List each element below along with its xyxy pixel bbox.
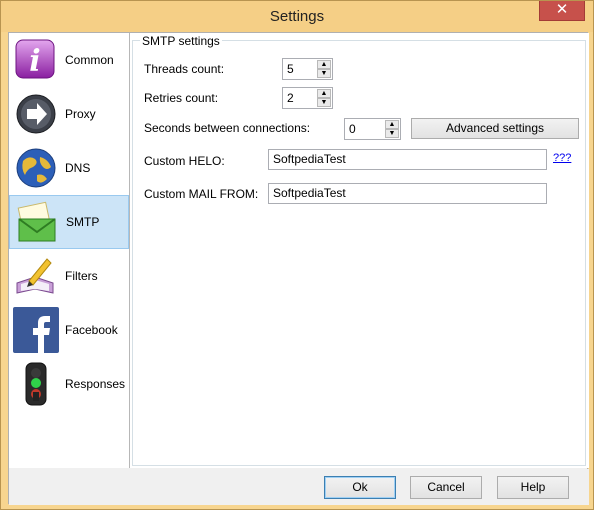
seconds-value: 0: [349, 122, 356, 136]
settings-window: Settings ✕ i Common Proxy DNS SMTP Filte…: [0, 0, 594, 510]
client-area: i Common Proxy DNS SMTP Filters Facebook…: [8, 32, 589, 505]
traffic-light-icon: [25, 362, 47, 406]
threads-value: 5: [287, 62, 294, 76]
sidebar-item-proxy[interactable]: Proxy: [9, 87, 129, 141]
stepper-up-icon[interactable]: ▲: [385, 120, 399, 129]
close-icon: ✕: [555, 1, 569, 18]
sidebar-item-filters[interactable]: Filters: [9, 249, 129, 303]
title-bar[interactable]: Settings ✕: [1, 1, 593, 32]
helo-help-link[interactable]: ???: [553, 152, 571, 164]
stepper-down-icon[interactable]: ▼: [385, 129, 399, 138]
sidebar-item-label: DNS: [65, 161, 91, 175]
smtp-settings-group: SMTP settings Threads count: 5 ▲ ▼ Retri…: [132, 34, 586, 466]
sidebar-item-label: Proxy: [65, 107, 96, 121]
stepper-up-icon[interactable]: ▲: [317, 89, 331, 98]
filters-pen-icon: [16, 258, 54, 294]
close-button[interactable]: ✕: [539, 1, 585, 21]
stepper-down-icon[interactable]: ▼: [317, 69, 331, 78]
sidebar-item-label: Facebook: [65, 323, 118, 337]
ok-button[interactable]: Ok: [324, 476, 396, 499]
proxy-arrow-icon: [16, 94, 56, 134]
mail-icon: [17, 201, 56, 242]
seconds-stepper[interactable]: 0 ▲ ▼: [344, 118, 401, 140]
stepper-down-icon[interactable]: ▼: [317, 98, 331, 107]
advanced-settings-button[interactable]: Advanced settings: [411, 118, 579, 139]
helo-field[interactable]: SoftpediaTest: [268, 149, 547, 170]
cancel-button[interactable]: Cancel: [410, 476, 482, 499]
dialog-button-bar: Ok Cancel Help: [9, 469, 589, 505]
threads-stepper[interactable]: 5 ▲ ▼: [282, 58, 333, 80]
smtp-panel: SMTP settings Threads count: 5 ▲ ▼ Retri…: [130, 33, 589, 468]
facebook-icon: [13, 307, 59, 353]
sidebar: i Common Proxy DNS SMTP Filters Facebook…: [9, 33, 130, 468]
threads-label: Threads count:: [144, 62, 225, 76]
group-title: SMTP settings: [140, 34, 222, 48]
sidebar-item-label: Common: [65, 53, 114, 67]
retries-stepper[interactable]: 2 ▲ ▼: [282, 87, 333, 109]
mailfrom-label: Custom MAIL FROM:: [144, 187, 259, 201]
sidebar-item-facebook[interactable]: Facebook: [9, 303, 129, 357]
sidebar-item-label: Filters: [65, 269, 98, 283]
retries-value: 2: [287, 91, 294, 105]
helo-label: Custom HELO:: [144, 154, 225, 168]
sidebar-item-label: SMTP: [66, 215, 100, 229]
info-icon: i: [15, 39, 55, 79]
sidebar-item-responses[interactable]: Responses: [9, 357, 129, 411]
retries-label: Retries count:: [144, 91, 219, 105]
sidebar-item-smtp[interactable]: SMTP: [9, 195, 129, 249]
mailfrom-field[interactable]: SoftpediaTest: [268, 183, 547, 204]
seconds-label: Seconds between connections:: [144, 121, 311, 135]
sidebar-item-label: Responses: [65, 377, 126, 391]
globe-icon: [16, 148, 56, 188]
sidebar-item-common[interactable]: i Common: [9, 33, 129, 87]
window-title: Settings: [269, 8, 325, 25]
svg-text:i: i: [29, 44, 40, 79]
stepper-up-icon[interactable]: ▲: [317, 60, 331, 69]
help-button[interactable]: Help: [497, 476, 569, 499]
sidebar-item-dns[interactable]: DNS: [9, 141, 129, 195]
